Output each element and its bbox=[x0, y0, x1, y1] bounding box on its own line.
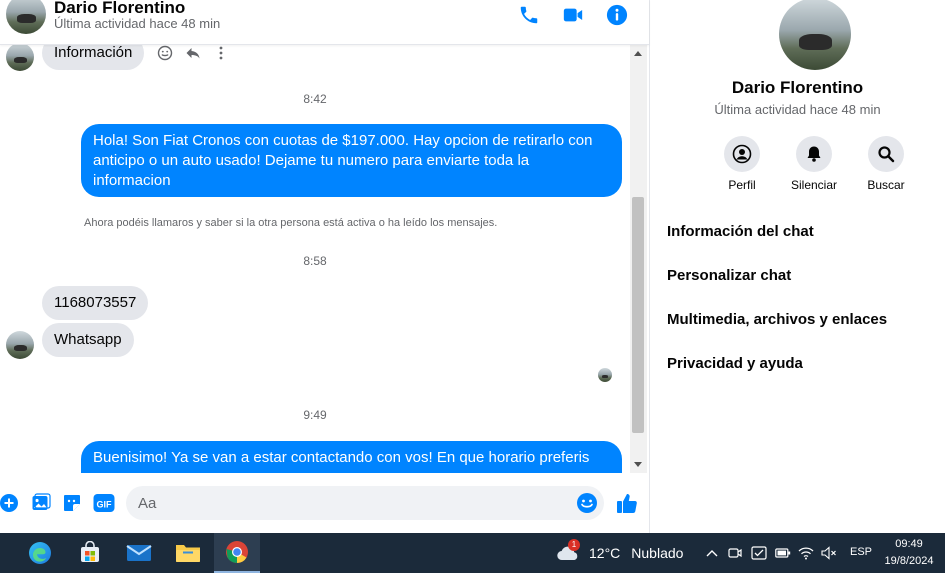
message-list[interactable]: Información 8:42 Hola! Son Fiat Cronos c… bbox=[0, 45, 630, 473]
emoji-icon[interactable] bbox=[576, 492, 598, 514]
weather-condition: Nublado bbox=[631, 545, 684, 561]
chat-header: Dario Florentino Última actividad hace 4… bbox=[0, 0, 649, 45]
contact-avatar-large[interactable] bbox=[779, 0, 851, 70]
contact-avatar-small[interactable] bbox=[6, 45, 34, 71]
profile-icon bbox=[724, 136, 760, 172]
chevron-up-icon[interactable] bbox=[703, 544, 721, 562]
message-bubble-incoming[interactable]: Información bbox=[42, 45, 145, 70]
message-input-box bbox=[126, 486, 604, 520]
message-bubble-incoming[interactable]: 1168073557 bbox=[42, 286, 149, 320]
mail-icon[interactable] bbox=[116, 533, 162, 573]
message-bubble-outgoing[interactable]: Hola! Son Fiat Cronos con cuotas de $197… bbox=[81, 124, 622, 197]
messenger-app: Dario Florentino Última actividad hace 4… bbox=[0, 0, 945, 533]
temperature: 12°C bbox=[589, 545, 621, 561]
plus-icon[interactable] bbox=[0, 492, 20, 514]
weather-widget[interactable]: 1 12°C Nublado bbox=[556, 533, 683, 573]
menu-privacy-help[interactable]: Privacidad y ayuda bbox=[667, 355, 803, 372]
scrollbar[interactable] bbox=[630, 45, 647, 473]
video-camera-icon[interactable] bbox=[561, 3, 585, 27]
menu-customize-chat[interactable]: Personalizar chat bbox=[667, 267, 791, 284]
thumbs-up-icon[interactable] bbox=[615, 492, 639, 514]
menu-chat-info[interactable]: Información del chat bbox=[667, 223, 814, 240]
sticker-icon[interactable] bbox=[61, 492, 83, 514]
mute-label: Silenciar bbox=[790, 178, 838, 192]
timestamp: 8:58 bbox=[303, 254, 327, 268]
security-icon[interactable] bbox=[750, 544, 768, 562]
camera-icon[interactable] bbox=[726, 544, 744, 562]
scroll-up-arrow[interactable] bbox=[634, 51, 642, 56]
chrome-icon[interactable] bbox=[214, 533, 260, 573]
file-explorer-icon[interactable] bbox=[165, 533, 211, 573]
language-indicator[interactable]: ESP bbox=[850, 546, 872, 558]
system-notice: Ahora podéis llamaros y saber si la otra… bbox=[84, 217, 498, 229]
profile-button[interactable]: Perfil bbox=[706, 136, 778, 192]
react-emoji-icon[interactable] bbox=[156, 45, 174, 62]
contact-status: Última actividad hace 48 min bbox=[54, 16, 221, 31]
system-clock[interactable]: 09:49 19/8/2024 bbox=[874, 536, 944, 570]
info-icon[interactable] bbox=[605, 3, 629, 27]
info-contact-status: Última actividad hace 48 min bbox=[714, 102, 881, 117]
wifi-icon[interactable] bbox=[797, 544, 815, 562]
search-button[interactable]: Buscar bbox=[850, 136, 922, 192]
message-actions bbox=[156, 45, 230, 62]
more-options-icon[interactable] bbox=[212, 45, 230, 62]
store-icon[interactable] bbox=[67, 533, 113, 573]
windows-taskbar: 1 12°C Nublado ESP 09:49 19/8/2024 bbox=[0, 533, 945, 573]
image-icon[interactable] bbox=[30, 492, 52, 514]
contact-avatar[interactable] bbox=[6, 0, 46, 34]
reply-icon[interactable] bbox=[184, 45, 202, 62]
clock-date: 19/8/2024 bbox=[884, 555, 934, 567]
battery-icon[interactable] bbox=[774, 544, 792, 562]
search-label: Buscar bbox=[867, 178, 905, 192]
chat-pane: Dario Florentino Última actividad hace 4… bbox=[0, 0, 649, 533]
composer: GIF bbox=[0, 483, 649, 523]
conversation-info-panel: Dario Florentino Última actividad hace 4… bbox=[649, 0, 945, 533]
mute-button[interactable]: Silenciar bbox=[778, 136, 850, 192]
contact-avatar-small[interactable] bbox=[6, 331, 34, 359]
svg-text:GIF: GIF bbox=[97, 500, 113, 510]
profile-label: Perfil bbox=[728, 178, 756, 192]
volume-muted-icon[interactable] bbox=[820, 544, 838, 562]
search-icon bbox=[868, 136, 904, 172]
edge-icon[interactable] bbox=[17, 533, 63, 573]
phone-icon[interactable] bbox=[517, 3, 541, 27]
bell-icon bbox=[796, 136, 832, 172]
info-contact-name: Dario Florentino bbox=[731, 78, 864, 97]
cloud-icon: 1 bbox=[556, 539, 582, 564]
message-input[interactable] bbox=[138, 486, 558, 520]
weather-alert-badge: 1 bbox=[568, 539, 580, 551]
gif-icon[interactable]: GIF bbox=[92, 492, 116, 514]
message-bubble-outgoing[interactable]: Buenisimo! Ya se van a estar contactando… bbox=[81, 441, 622, 473]
clock-time: 09:49 bbox=[895, 538, 923, 550]
timestamp: 8:42 bbox=[303, 92, 327, 106]
scroll-thumb[interactable] bbox=[632, 197, 644, 433]
message-bubble-incoming[interactable]: Whatsapp bbox=[42, 323, 134, 357]
seen-receipt-avatar bbox=[598, 368, 612, 382]
timestamp: 9:49 bbox=[303, 408, 327, 422]
menu-media-files-links[interactable]: Multimedia, archivos y enlaces bbox=[667, 311, 887, 328]
scroll-down-arrow[interactable] bbox=[634, 462, 642, 467]
